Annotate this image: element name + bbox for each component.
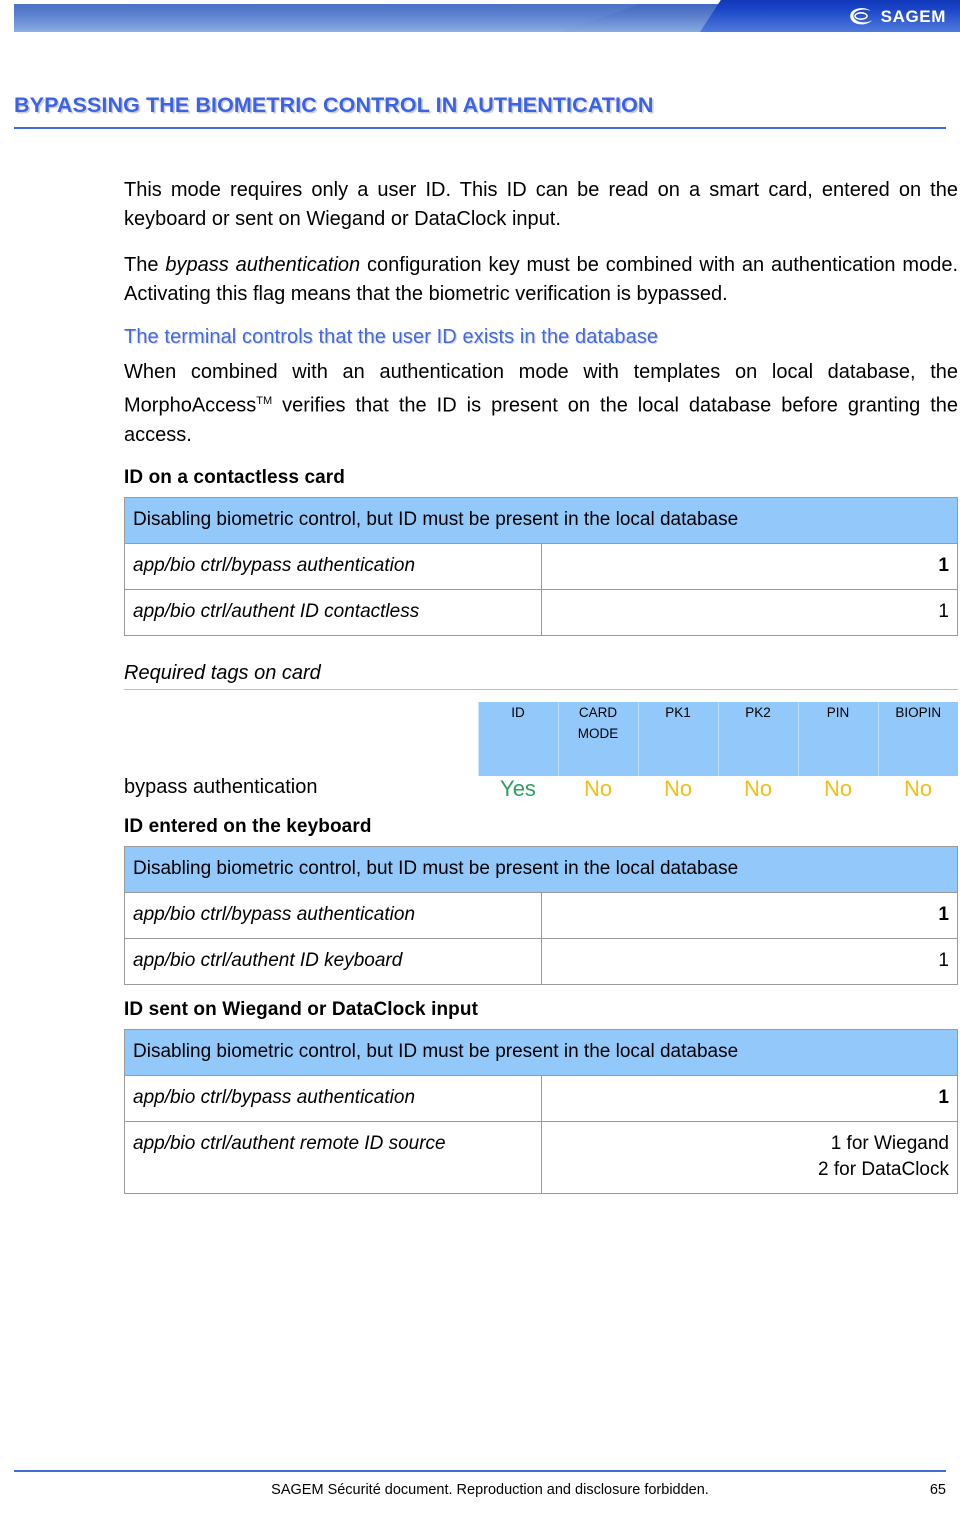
page-footer: SAGEM Sécurité document. Reproduction an… <box>14 1482 946 1498</box>
tags-column-pin: PIN <box>797 702 878 777</box>
tags-column-pk2-label: PK2 <box>745 705 771 721</box>
table-header-cell: Disabling biometric control, but ID must… <box>124 846 958 894</box>
tags-column-biopin-label: BIOPIN <box>895 705 942 721</box>
config-table-remote: Disabling biometric control, but ID must… <box>124 1029 958 1195</box>
tags-value-pk2: No <box>743 776 773 802</box>
footer-divider <box>14 1470 946 1472</box>
tags-value-pk1: No <box>663 776 693 802</box>
config-table-keyboard: Disabling biometric control, but ID must… <box>124 846 958 986</box>
table-row: app/bio ctrl/authent ID keyboard 1 <box>124 938 958 986</box>
config-value: 1 <box>540 938 958 986</box>
config-key: app/bio ctrl/bypass authentication <box>124 892 542 940</box>
page-header: SAGEM <box>0 0 960 32</box>
heading-id-entered-keyboard: ID entered on the keyboard <box>124 816 372 838</box>
config-key: app/bio ctrl/bypass authentication <box>124 542 542 590</box>
tags-column-pk1: PK1 <box>637 702 718 777</box>
tags-column-mode-label: MODE <box>577 726 619 742</box>
tags-value-card-mode: No <box>583 776 613 802</box>
config-value: 1 <box>540 1075 958 1123</box>
table-row: app/bio ctrl/authent remote ID source 1 … <box>124 1121 958 1195</box>
intro-paragraph: This mode requires only a user ID. This … <box>124 179 958 230</box>
table-header-row: Disabling biometric control, but ID must… <box>124 1029 958 1077</box>
config-value: 1 for Wiegand 2 for DataClock <box>540 1121 958 1195</box>
title-divider <box>14 127 946 129</box>
bypass-key-paragraph: The bypass authentication configuration … <box>124 251 958 309</box>
config-value: 1 <box>540 588 958 636</box>
config-key: app/bio ctrl/authent remote ID source <box>124 1121 542 1195</box>
tags-column-pin-label: PIN <box>826 705 850 721</box>
tags-column-pk1-label: PK1 <box>665 705 691 721</box>
trademark-mark: TM <box>256 395 273 407</box>
required-tags-title: Required tags on card <box>124 661 321 684</box>
bypass-authentication-term: bypass authentication <box>165 254 361 276</box>
heading-id-wiegand-dataclock: ID sent on Wiegand or DataClock input <box>124 999 478 1021</box>
sagem-eye-logo-icon <box>848 6 874 26</box>
tags-column-card-label: CARD <box>578 705 618 721</box>
tags-row-label: bypass authentication <box>124 776 318 799</box>
subheading-terminal-controls: The terminal controls that the user ID e… <box>124 326 659 348</box>
table-header-row: Disabling biometric control, but ID must… <box>124 496 958 544</box>
config-table-contactless: Disabling biometric control, but ID must… <box>124 496 958 636</box>
table-header-cell: Disabling biometric control, but ID must… <box>124 496 958 544</box>
local-database-paragraph: When combined with an authentication mod… <box>124 358 958 450</box>
tags-data-row: bypass authentication Yes No No No No No <box>124 776 958 802</box>
bypass-par-lead: The <box>124 254 166 276</box>
footer-note: SAGEM Sécurité document. Reproduction an… <box>271 1482 709 1498</box>
tags-column-pk2: PK2 <box>717 702 798 777</box>
heading-id-contactless-card: ID on a contactless card <box>124 466 345 488</box>
required-tags-table: ID CARD MODE PK1 PK2 PIN BIOPIN bypass a… <box>124 702 958 802</box>
tags-column-card-mode: CARD MODE <box>557 702 638 777</box>
config-value: 1 <box>540 542 958 590</box>
page-title: BYPASSING THE BIOMETRIC CONTROL IN AUTHE… <box>14 93 654 117</box>
tags-column-id: ID <box>477 702 558 777</box>
table-row: app/bio ctrl/bypass authentication 1 <box>124 1075 958 1123</box>
table-header-row: Disabling biometric control, but ID must… <box>124 846 958 894</box>
tags-header-spacer <box>124 702 478 776</box>
sagem-logo: SAGEM <box>848 3 946 29</box>
config-key: app/bio ctrl/authent ID contactless <box>124 588 542 636</box>
page-number: 65 <box>929 1482 946 1498</box>
tags-column-biopin: BIOPIN <box>877 702 958 777</box>
config-key: app/bio ctrl/authent ID keyboard <box>124 938 542 986</box>
tags-column-id-label: ID <box>511 705 525 721</box>
tags-header-row: ID CARD MODE PK1 PK2 PIN BIOPIN <box>124 702 958 777</box>
required-tags-divider <box>124 688 958 691</box>
table-row: app/bio ctrl/bypass authentication 1 <box>124 892 958 940</box>
document-content: This mode requires only a user ID. This … <box>124 176 958 1195</box>
sagem-wordmark: SAGEM <box>880 6 946 26</box>
tags-value-biopin: No <box>903 776 933 802</box>
tags-value-pin: No <box>823 776 853 802</box>
tags-value-id: Yes <box>500 776 536 802</box>
config-key: app/bio ctrl/bypass authentication <box>124 1075 542 1123</box>
table-header-cell: Disabling biometric control, but ID must… <box>124 1029 958 1077</box>
config-value: 1 <box>540 892 958 940</box>
table-row: app/bio ctrl/authent ID contactless 1 <box>124 588 958 636</box>
table-row: app/bio ctrl/bypass authentication 1 <box>124 542 958 590</box>
